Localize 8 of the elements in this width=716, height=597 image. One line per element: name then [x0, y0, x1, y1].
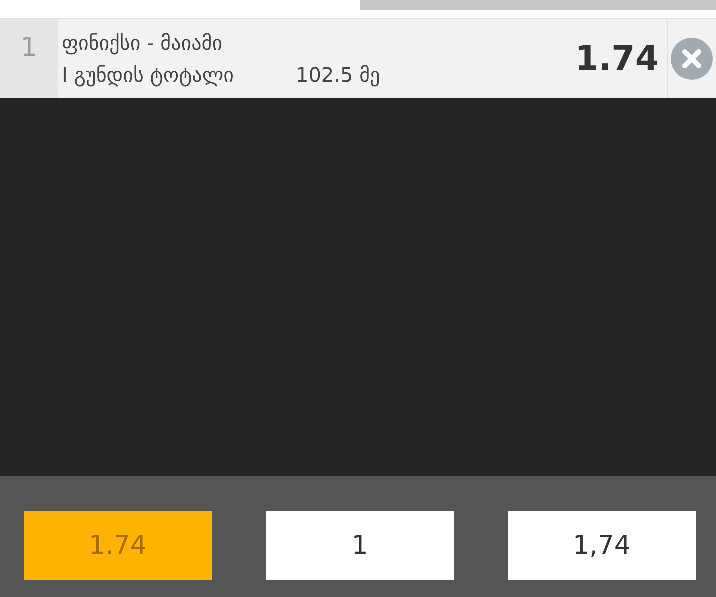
stake-button[interactable]: 1	[266, 511, 454, 580]
close-icon[interactable]	[670, 36, 714, 80]
selection-name: 102.5 მე	[296, 62, 380, 86]
market-name: I გუნდის ტოტალი	[62, 62, 234, 86]
match-name: ფინიქსი - მაიამი	[62, 30, 223, 54]
stake-button[interactable]: 1,74	[508, 511, 696, 580]
odds-value: 1.74	[575, 38, 659, 78]
bet-number: 1	[0, 19, 58, 98]
